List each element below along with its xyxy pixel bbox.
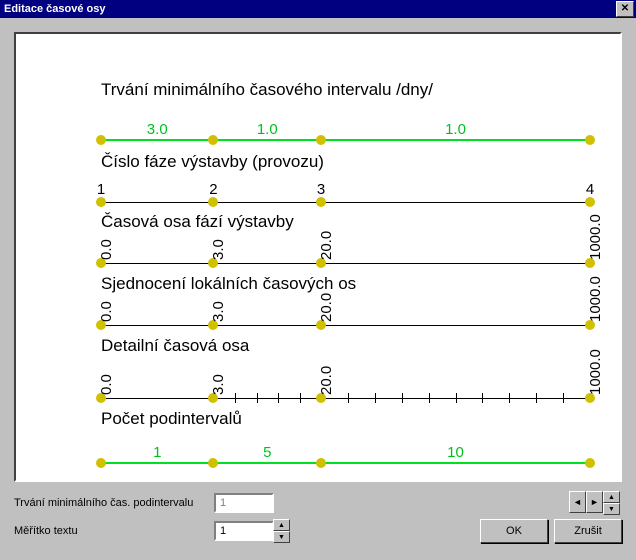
segment-label: 1.0 [445, 121, 466, 138]
node-label: 3.0 [210, 301, 227, 322]
tick [456, 393, 457, 403]
arrow-up-icon[interactable]: ▲ [603, 491, 620, 503]
tick [429, 393, 430, 403]
cancel-button[interactable]: Zrušit [554, 519, 622, 543]
tick [563, 393, 564, 403]
tick [235, 393, 236, 403]
text-scale-stepper: ▲ ▼ [273, 519, 290, 543]
min-subinterval-label: Trvání minimálního čas. podintervalu [14, 497, 214, 509]
segment-label: 3.0 [147, 121, 168, 138]
node-label: 20.0 [318, 231, 335, 260]
segment-label: 1.0 [257, 121, 278, 138]
tick [257, 393, 258, 403]
axis-node[interactable] [208, 135, 218, 145]
tick [300, 393, 301, 403]
stepper-down-icon[interactable]: ▼ [273, 531, 290, 543]
node-label: 0.0 [98, 239, 115, 260]
arrow-down-icon[interactable]: ▼ [603, 503, 620, 515]
section-phase-number: Číslo fáze výstavby (provozu) [101, 152, 590, 172]
axis-line[interactable] [101, 398, 590, 399]
node-label: 3 [317, 181, 325, 198]
node-label: 1000.0 [587, 349, 604, 395]
node-label: 2 [209, 181, 217, 198]
section-detail: Detailní časová osa [101, 336, 590, 356]
axis-node[interactable] [208, 458, 218, 468]
node-label: 3.0 [210, 374, 227, 395]
segment-label: 5 [263, 444, 271, 461]
tick [536, 393, 537, 403]
axis-node[interactable] [316, 197, 326, 207]
axis-node[interactable] [585, 458, 595, 468]
axis-node[interactable] [316, 458, 326, 468]
stepper-up-icon[interactable]: ▲ [273, 519, 290, 531]
title-bar: Editace časové osy ✕ [0, 0, 636, 18]
tick [482, 393, 483, 403]
segment-label: 1 [153, 444, 161, 461]
axis-node[interactable] [96, 135, 106, 145]
tick [278, 393, 279, 403]
node-label: 1000.0 [587, 276, 604, 322]
text-scale-input[interactable]: 1 [214, 521, 274, 541]
window-title: Editace časové osy [4, 3, 106, 15]
tick [375, 393, 376, 403]
axis-line[interactable] [101, 202, 590, 203]
node-label: 20.0 [318, 293, 335, 322]
arrow-right-icon[interactable]: ► [586, 491, 603, 513]
node-label: 0.0 [98, 301, 115, 322]
chart-panel: Trvání minimálního časového intervalu /d… [14, 32, 622, 482]
segment-label: 10 [447, 444, 464, 461]
axis-node[interactable] [316, 135, 326, 145]
node-label: 20.0 [318, 366, 335, 395]
node-label: 3.0 [210, 239, 227, 260]
axis-line[interactable] [101, 325, 590, 326]
axis-node[interactable] [585, 197, 595, 207]
node-label: 4 [586, 181, 594, 198]
min-subinterval-input: 1 [214, 493, 274, 513]
nav-arrows: ◄ ► ▲ ▼ [569, 491, 620, 515]
axis-node[interactable] [96, 197, 106, 207]
tick [402, 393, 403, 403]
section-duration-days: Trvání minimálního časového intervalu /d… [101, 80, 590, 100]
axis-line[interactable] [101, 263, 590, 264]
close-icon[interactable]: ✕ [616, 1, 634, 17]
axis-node[interactable] [585, 135, 595, 145]
tick [348, 393, 349, 403]
tick [509, 393, 510, 403]
axis-node[interactable] [96, 458, 106, 468]
node-label: 1000.0 [587, 214, 604, 260]
node-label: 0.0 [98, 374, 115, 395]
section-subcount: Počet podintervalů [101, 409, 590, 429]
axis-line[interactable] [101, 139, 590, 141]
ok-button[interactable]: OK [480, 519, 548, 543]
axis-node[interactable] [208, 197, 218, 207]
section-phase-axis: Časová osa fází výstavby [101, 212, 590, 232]
section-unified: Sjednocení lokálních časových os [101, 274, 590, 294]
text-scale-label: Měřítko textu [14, 525, 214, 537]
axis-line[interactable] [101, 462, 590, 464]
node-label: 1 [97, 181, 105, 198]
arrow-left-icon[interactable]: ◄ [569, 491, 586, 513]
